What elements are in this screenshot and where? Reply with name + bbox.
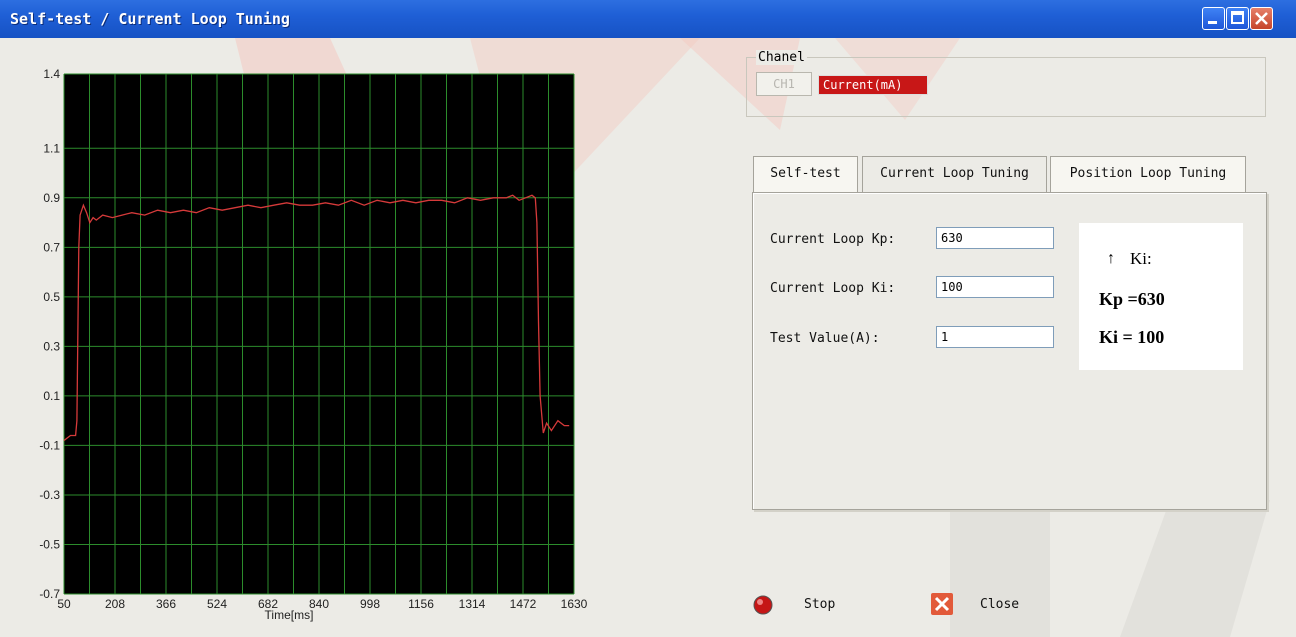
y-tick-label: 0.7 xyxy=(43,240,60,254)
x-tick-label: 998 xyxy=(360,597,380,611)
current-channel-label[interactable]: Current(mA) xyxy=(818,75,928,95)
x-axis-label: Time[ms] xyxy=(265,608,314,622)
x-tick-label: 524 xyxy=(207,597,227,611)
annotation-box: ↑ Ki: Kp =630 Ki = 100 xyxy=(1079,223,1243,370)
stop-icon xyxy=(753,595,773,615)
y-tick-label: 0.9 xyxy=(43,191,60,205)
minimize-icon xyxy=(1208,21,1217,24)
note-ki-label: Ki: xyxy=(1130,249,1152,268)
x-tick-label: 1630 xyxy=(561,597,588,611)
tab-current-loop-tuning[interactable]: Current Loop Tuning xyxy=(862,156,1047,192)
y-tick-label: -0.1 xyxy=(39,438,60,452)
title-bar: Self-test / Current Loop Tuning xyxy=(0,0,1296,38)
note-ki-value: Ki = 100 xyxy=(1099,327,1165,347)
x-tick-label: 208 xyxy=(105,597,125,611)
kp-input[interactable]: 630 xyxy=(936,227,1054,249)
y-tick-label: -0.3 xyxy=(39,488,60,502)
close-label: Close xyxy=(980,597,1020,612)
ki-input[interactable]: 100 xyxy=(936,276,1054,298)
y-tick-label: 0.3 xyxy=(43,339,60,353)
main-window: Self-test / Current Loop Tuning 1.4 1.1 0.… xyxy=(0,0,1296,637)
x-tick-label: 1472 xyxy=(510,597,537,611)
x-tick-label: 366 xyxy=(156,597,176,611)
y-tick-label: 1.1 xyxy=(43,141,60,155)
y-tick-label: 0.1 xyxy=(43,389,60,403)
tab-self-test[interactable]: Self-test xyxy=(753,156,858,192)
x-tick-label: 1156 xyxy=(408,597,434,611)
stop-label: Stop xyxy=(804,597,836,612)
ki-label: Current Loop Ki: xyxy=(770,281,896,296)
note-kp-value: Kp =630 xyxy=(1099,289,1165,309)
tab-position-loop-tuning[interactable]: Position Loop Tuning xyxy=(1050,156,1246,192)
x-tick-label: 50 xyxy=(57,597,71,611)
kp-label: Current Loop Kp: xyxy=(770,232,896,247)
test-value-label: Test Value(A): xyxy=(770,331,880,346)
y-tick-label: -0.5 xyxy=(39,537,60,551)
close-window-button[interactable] xyxy=(1250,7,1273,30)
minimize-button[interactable] xyxy=(1202,7,1225,30)
close-icon xyxy=(1255,12,1268,25)
test-value-input[interactable]: 1 xyxy=(936,326,1054,348)
maximize-icon xyxy=(1231,11,1244,24)
chart-area: 1.4 1.1 0.9 0.7 0.5 0.3 0.1 -0.1 -0.3 -0.5 -0.7 50 2… xyxy=(0,38,735,637)
window-title: Self-test / Current Loop Tuning xyxy=(10,10,290,28)
maximize-button[interactable] xyxy=(1226,7,1249,30)
ch1-button[interactable]: CH1 xyxy=(756,72,812,96)
up-arrow-icon: ↑ xyxy=(1107,250,1115,267)
y-tick-label: 1.4 xyxy=(43,67,60,81)
close-x-icon xyxy=(931,593,953,615)
current-chart: 1.41.10.90.70.50.30.1-0.1-0.3-0.5-0.750 2… xyxy=(39,67,588,622)
channel-legend: Chanel xyxy=(756,50,807,65)
x-tick-label: 1314 xyxy=(459,597,486,611)
y-tick-label: 0.5 xyxy=(43,290,60,304)
